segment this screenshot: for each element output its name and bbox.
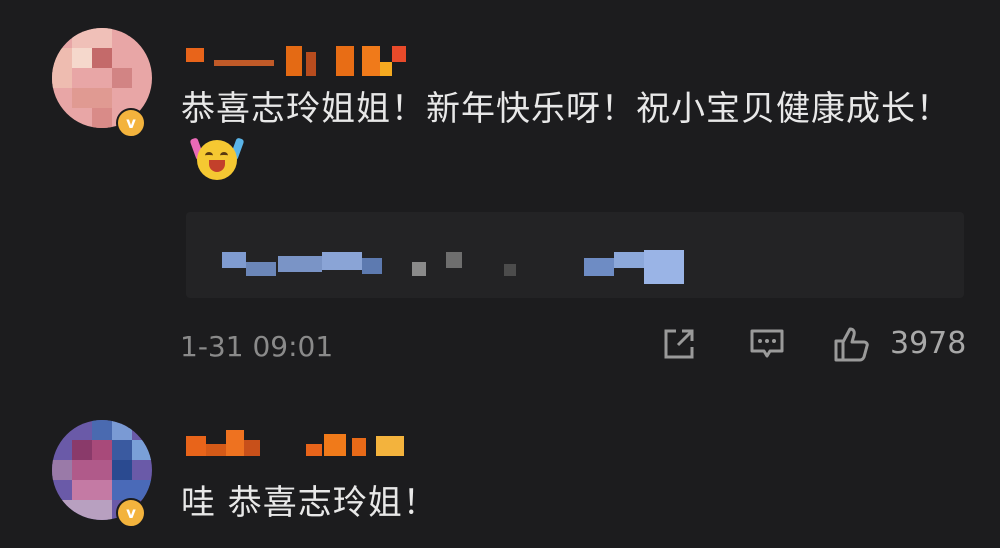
comment-text-content: 恭喜志玲姐姐！新年快乐呀！祝小宝贝健康成长！ <box>181 89 951 129</box>
like-count: 3978 <box>890 326 967 361</box>
thumbs-up-icon <box>832 324 872 364</box>
reply-button[interactable] <box>748 322 786 366</box>
comment-date: 1-31 09:01 <box>180 330 334 363</box>
comment-icon <box>748 325 786 363</box>
username-redacted[interactable] <box>186 426 416 460</box>
share-icon <box>660 325 698 363</box>
comment-item: v 哇 恭喜志玲姐！ <box>0 408 1000 548</box>
username-redacted[interactable] <box>186 44 416 78</box>
share-button[interactable] <box>660 322 698 366</box>
cheering-emoji-icon <box>189 137 245 182</box>
verified-badge-icon: v <box>116 498 146 528</box>
like-button[interactable] <box>832 322 872 366</box>
comment-text: 哇 恭喜志玲姐！ <box>181 483 438 523</box>
comment-text: 恭喜志玲姐姐！新年快乐呀！祝小宝贝健康成长！ <box>181 82 971 190</box>
verified-badge-icon: v <box>116 108 146 138</box>
comment-item: v 恭喜志玲姐姐！新年快乐呀！祝小宝贝健康成长！ 1-31 09:01 3978 <box>0 0 1000 400</box>
quoted-original-redacted[interactable] <box>186 212 964 298</box>
